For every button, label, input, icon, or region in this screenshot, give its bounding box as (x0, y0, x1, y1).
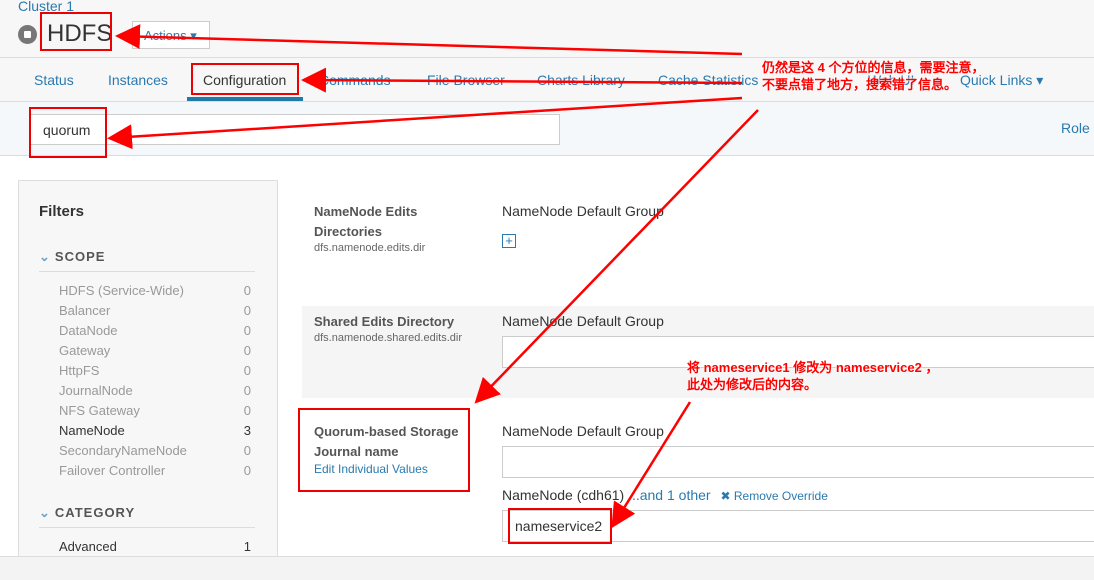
annotation-note: 仍然是这 4 个方位的信息，需要注意， 不要点错了地方，搜索错了信息。 (762, 60, 985, 92)
annotation-note: 将 nameservice1 修改为 nameservice2 ，此处为修改后的… (687, 360, 939, 392)
